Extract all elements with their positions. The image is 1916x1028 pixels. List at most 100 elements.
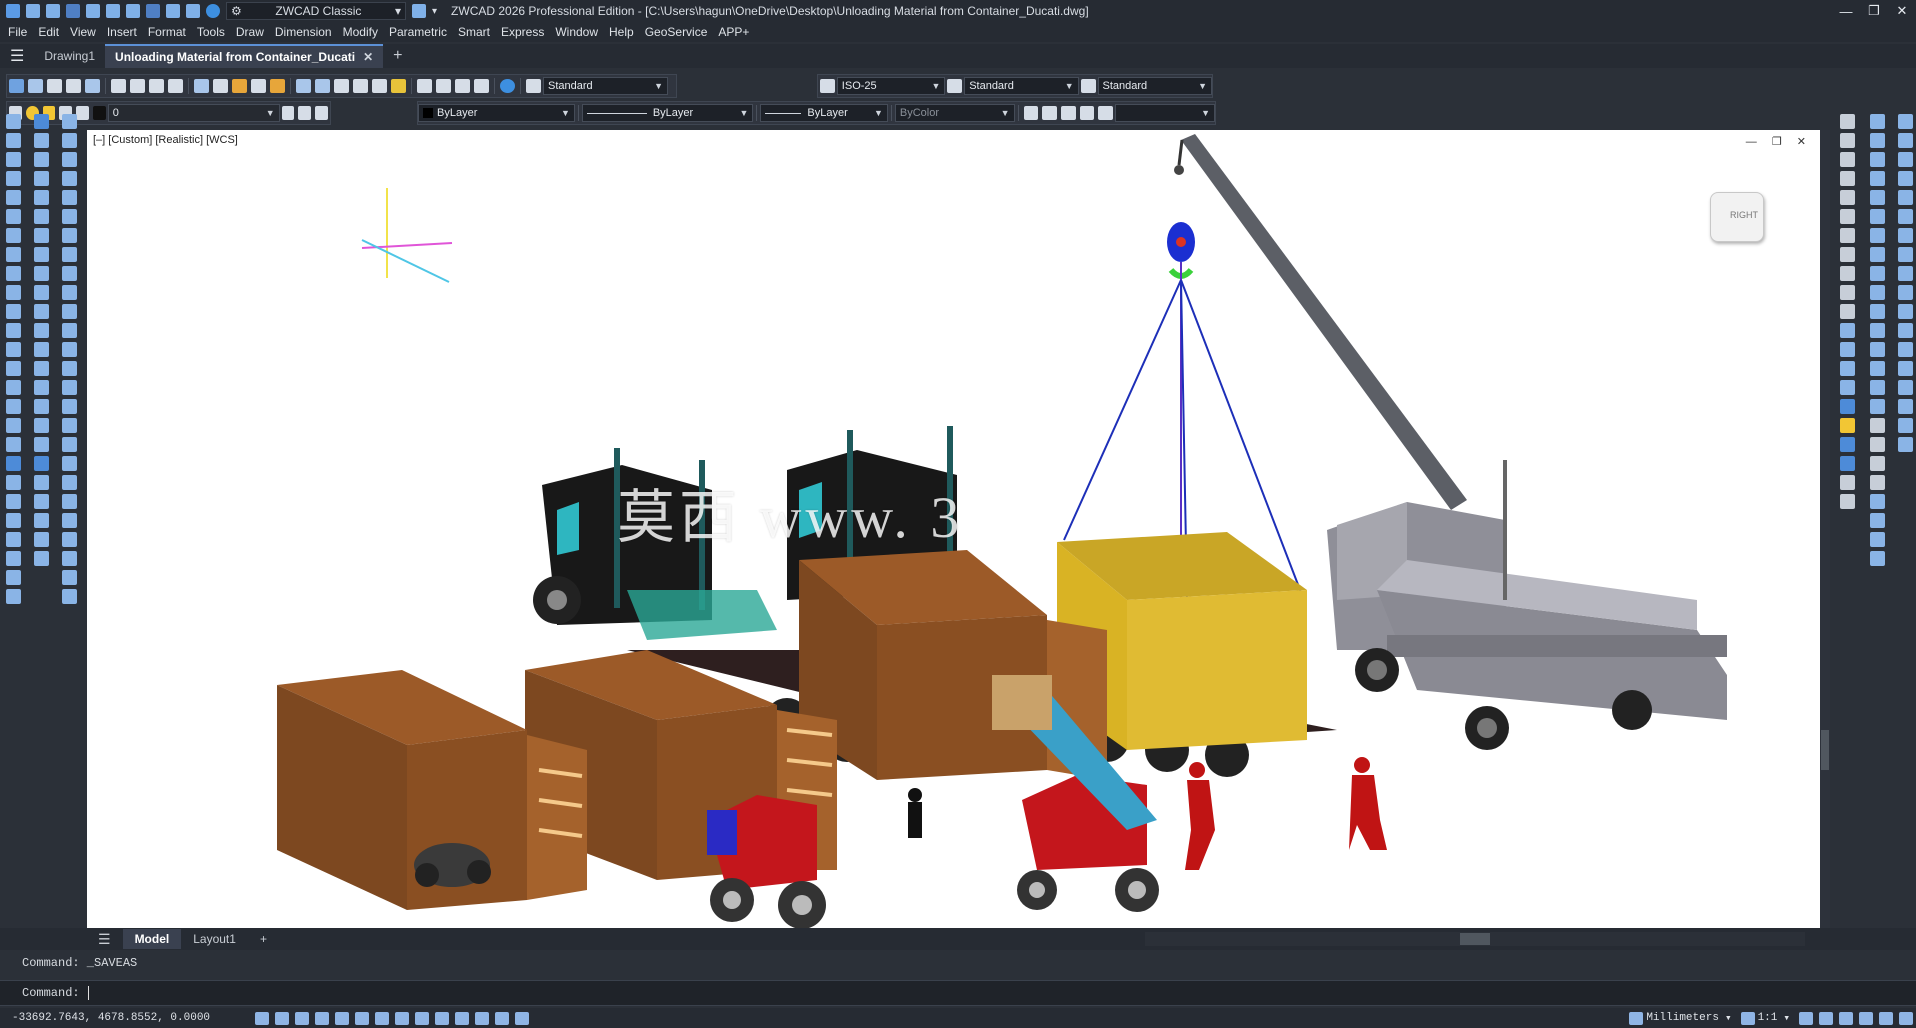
viewport-horizontal-scrollbar[interactable] xyxy=(1145,932,1805,946)
dim-linear-icon[interactable] xyxy=(33,494,49,509)
dim-aligned-icon[interactable] xyxy=(61,133,77,148)
view-zoom-icon[interactable] xyxy=(1098,106,1113,120)
delete-faces-icon[interactable] xyxy=(1897,171,1913,186)
point-icon[interactable] xyxy=(5,342,21,357)
circle-icon[interactable] xyxy=(5,228,21,243)
isolate-icon[interactable] xyxy=(5,589,21,604)
shell-icon[interactable] xyxy=(1897,361,1913,376)
copy-icon[interactable] xyxy=(33,133,49,148)
menu-dimension[interactable]: Dimension xyxy=(275,25,332,39)
cylinder-icon[interactable] xyxy=(1869,133,1885,148)
menu-tools[interactable]: Tools xyxy=(197,25,225,39)
clean-icon[interactable] xyxy=(1897,323,1913,338)
trim-icon[interactable] xyxy=(33,285,49,300)
paste-icon[interactable] xyxy=(232,79,247,93)
dyn-input-icon[interactable] xyxy=(395,1011,409,1025)
add-selected-icon[interactable] xyxy=(5,437,21,452)
customize-icon[interactable] xyxy=(1899,1011,1913,1025)
snap-icon[interactable] xyxy=(275,1011,289,1025)
scrollbar-thumb[interactable] xyxy=(1460,933,1490,945)
view-se-icon[interactable] xyxy=(1839,266,1855,281)
erase-icon[interactable] xyxy=(33,114,49,129)
print-icon[interactable] xyxy=(412,4,426,18)
selection-cycling-icon[interactable] xyxy=(455,1011,469,1025)
rectangle-icon[interactable] xyxy=(5,190,21,205)
save-as-icon[interactable] xyxy=(66,79,81,93)
dim-jogged-icon[interactable] xyxy=(61,209,77,224)
fly-icon[interactable] xyxy=(1869,456,1885,471)
dim-continue-icon[interactable] xyxy=(61,304,77,319)
stretch-icon[interactable] xyxy=(33,266,49,281)
quick-properties-icon[interactable] xyxy=(515,1011,529,1025)
menu-smart[interactable]: Smart xyxy=(458,25,490,39)
transparency-icon[interactable] xyxy=(435,1011,449,1025)
loft-icon[interactable] xyxy=(1869,266,1885,281)
plotstyle-select[interactable]: ByColor ▼ xyxy=(894,104,1015,122)
plot-icon[interactable] xyxy=(149,79,164,93)
draw-order-icon[interactable] xyxy=(5,532,21,547)
scrollbar-thumb[interactable] xyxy=(1821,730,1829,770)
viewport-icon[interactable] xyxy=(1042,106,1057,120)
grid-icon[interactable] xyxy=(255,1011,269,1025)
shade-icon[interactable] xyxy=(1839,475,1855,490)
dim-break-icon[interactable] xyxy=(61,342,77,357)
save-as-icon[interactable] xyxy=(86,4,100,18)
quick-dim-icon[interactable] xyxy=(61,266,77,281)
view-select[interactable]: ▼ xyxy=(1114,104,1216,122)
ucs-face-icon[interactable] xyxy=(1839,380,1855,395)
linetype-select[interactable]: ByLayer ▼ xyxy=(581,104,754,122)
hatch-icon[interactable] xyxy=(5,361,21,376)
add-layout-button[interactable]: + xyxy=(248,929,279,949)
view-right-icon[interactable] xyxy=(1839,190,1855,205)
explode-icon[interactable] xyxy=(33,418,49,433)
print-icon[interactable] xyxy=(111,79,126,93)
open-icon[interactable] xyxy=(46,4,60,18)
units-label[interactable]: Millimeters xyxy=(1646,1012,1719,1024)
tool-palette-icon[interactable] xyxy=(455,79,470,93)
dim-arc-length-icon[interactable] xyxy=(61,152,77,167)
3d-mirror-icon[interactable] xyxy=(1869,551,1885,566)
union-icon[interactable] xyxy=(1869,361,1885,376)
ellipse-arc-icon[interactable] xyxy=(5,285,21,300)
revolve-icon[interactable] xyxy=(1869,228,1885,243)
insert-block-icon[interactable] xyxy=(5,304,21,319)
view-top-icon[interactable] xyxy=(1079,106,1095,120)
dim-layer-icon[interactable] xyxy=(61,551,77,566)
menu-file[interactable]: File xyxy=(8,25,27,39)
tolerance-icon[interactable] xyxy=(61,361,77,376)
sweep-icon[interactable] xyxy=(1869,247,1885,262)
match-icon[interactable] xyxy=(5,475,21,490)
menu-modify[interactable]: Modify xyxy=(343,25,378,39)
dim-space-icon[interactable] xyxy=(61,323,77,338)
ucs-icon[interactable] xyxy=(1839,323,1855,338)
view-nw-icon[interactable] xyxy=(1839,304,1855,319)
fillet-edge-icon[interactable] xyxy=(1897,399,1913,414)
wipeout-icon[interactable] xyxy=(33,456,49,471)
view-back-icon[interactable] xyxy=(1839,228,1855,243)
layer-state-icon[interactable] xyxy=(315,106,328,120)
revision-cloud-icon[interactable] xyxy=(5,247,21,262)
table-icon[interactable] xyxy=(5,399,21,414)
separate-icon[interactable] xyxy=(1897,342,1913,357)
dim-oblique-icon[interactable] xyxy=(61,570,77,585)
annotation-visibility-icon[interactable] xyxy=(1799,1011,1813,1025)
view-icon[interactable] xyxy=(1023,106,1039,120)
box-icon[interactable] xyxy=(1869,114,1885,129)
ellipse-icon[interactable] xyxy=(5,266,21,281)
dim-style-icon[interactable] xyxy=(61,494,77,509)
color-faces-icon[interactable] xyxy=(1897,247,1913,262)
interfere-icon[interactable] xyxy=(1869,342,1885,357)
match-properties-icon[interactable] xyxy=(270,79,285,93)
copy-faces-icon[interactable] xyxy=(1897,228,1913,243)
section-icon[interactable] xyxy=(1869,304,1885,319)
hamburger-menu-icon[interactable]: ☰ xyxy=(0,45,34,67)
print-preview-icon[interactable] xyxy=(126,4,140,18)
rotate-icon[interactable] xyxy=(33,228,49,243)
send-back-icon[interactable] xyxy=(5,570,21,585)
menu-format[interactable]: Format xyxy=(148,25,186,39)
dim-update-icon[interactable] xyxy=(61,475,77,490)
zoom-previous-icon[interactable] xyxy=(391,79,406,93)
multileader-style-select[interactable]: Standard ▼ xyxy=(1097,77,1213,95)
help-icon[interactable] xyxy=(500,79,515,93)
workspace-switch-icon[interactable] xyxy=(1839,1011,1853,1025)
